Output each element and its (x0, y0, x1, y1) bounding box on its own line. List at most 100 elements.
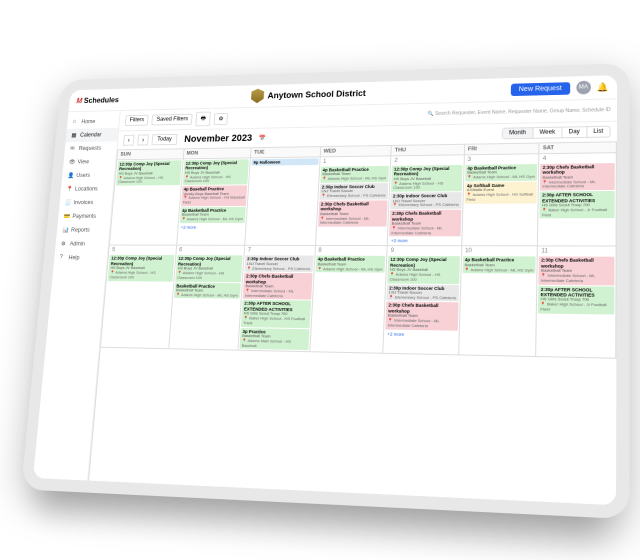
settings-button[interactable]: ⚙ (214, 112, 229, 124)
sidebar-item-requests[interactable]: ✉Requests (64, 141, 117, 155)
view-tab-week[interactable]: Week (533, 128, 562, 138)
day-cell[interactable]: 12:30p Comp Joy (Special Recreation)HS B… (177, 158, 251, 246)
event[interactable]: 12:30p Comp Joy (Special Recreation)HS B… (175, 255, 243, 281)
event[interactable]: 2:30p Chefs Basketball workshopBasketbal… (318, 200, 388, 226)
event[interactable]: 2:30p AFTER SCHOOL EXTENDED ACTIVITIESHS… (540, 191, 615, 219)
nav-icon: ⌂ (72, 119, 79, 125)
day-cell[interactable]: 9p Halloween (245, 157, 320, 246)
event[interactable]: 2:30p Chefs Basketball workshopBasketbal… (540, 163, 614, 191)
app-logo[interactable]: M Schedules (76, 96, 119, 105)
event-location: 📍 Adams High School - HS Classroom 100 (393, 181, 460, 191)
event[interactable]: 4p Basketball PracticeBasketball Team📍 A… (462, 256, 536, 273)
event-location: 📍 Elementary School - PS Cafeteria (389, 295, 457, 301)
view-tab-month[interactable]: Month (503, 128, 534, 138)
sidebar-item-invoices[interactable]: 🧾Invoices (59, 196, 112, 210)
event[interactable]: 4p Basketball PracticeBasketball Team📍 A… (179, 207, 246, 223)
event-location: 📍 Adams High School - HS Classroom 100 (177, 271, 240, 281)
event[interactable]: 2:30p Indoor Soccer ClubLNJ Travel Socce… (387, 284, 459, 302)
event-location: 📍 Elementary School - PS Cafeteria (246, 266, 310, 271)
sidebar-item-label: Users (76, 173, 90, 179)
event-location: 📍 Adams High School - HS Baseball Field (182, 196, 244, 205)
event[interactable]: 4p Basketball PracticeBasketball Team📍 A… (465, 164, 538, 181)
event[interactable]: 2:30p AFTER SCHOOL EXTENDED ACTIVITIESHS… (241, 300, 311, 328)
day-cell[interactable]: 912:30p Comp Joy (Special Recreation)HS … (383, 246, 462, 355)
event[interactable]: 2:30p Indoor Soccer ClubLNJ Travel Socce… (319, 183, 388, 200)
day-cell[interactable]: 34p Basketball PracticeBasketball Team📍 … (462, 154, 540, 246)
event[interactable]: 9p Halloween (251, 158, 318, 166)
print-button[interactable]: 🖶 (196, 112, 211, 127)
more-link[interactable]: +2 more (389, 238, 460, 245)
prev-button[interactable]: ‹ (123, 135, 135, 146)
event[interactable]: 2:30p Chefs Basketball workshopBasketbal… (389, 210, 461, 237)
day-cell[interactable]: 212:30p Comp Joy (Special Recreation)HS … (388, 155, 465, 246)
event[interactable]: 2:30p Indoor Soccer ClubLNJ Travel Socce… (245, 256, 314, 273)
today-button[interactable]: Today (151, 134, 177, 145)
event[interactable]: 12:30p Comp Joy (Special Recreation)HS B… (116, 160, 181, 186)
avatar[interactable]: MA (576, 81, 591, 95)
calendar-icon[interactable]: 📅 (258, 135, 265, 142)
event[interactable]: 2:30p AFTER SCHOOL EXTENDED ACTIVITIESHS… (538, 285, 614, 314)
day-cell[interactable]: 42:30p Chefs Basketball workshopBasketba… (538, 153, 617, 247)
nav-icon: 📊 (62, 227, 69, 233)
body: ⌂Home▦Calendar✉Requests👁View👤Users📍Locat… (33, 99, 617, 505)
event-location: 📍 Adams High School - HS Classroom 100 (109, 271, 171, 281)
sidebar-item-reports[interactable]: 📊Reports (56, 223, 110, 237)
event[interactable]: 4p Softball GameA Middle Event📍 Adams Hi… (464, 182, 537, 204)
day-cell[interactable]: 612:30p Comp Joy (Special Recreation)HS … (169, 246, 246, 351)
saved-filters-button[interactable]: Saved Filters (152, 114, 193, 126)
sidebar-item-help[interactable]: ?Help (54, 251, 108, 265)
sidebar-item-admin[interactable]: ⚙Admin (55, 237, 109, 251)
event[interactable]: 2:30p Chefs Basketball workshopBasketbal… (243, 273, 313, 300)
event-location: 📍 Baker High School - Jr Football Field (540, 302, 612, 313)
view-tab-list[interactable]: List (587, 127, 609, 137)
day-cell[interactable]: 84p Basketball PracticeBasketball Team📍 … (310, 246, 388, 354)
sidebar-item-calendar[interactable]: ▦Calendar (66, 128, 119, 142)
day-cell[interactable]: 12:30p Comp Joy (Special Recreation)HS B… (110, 159, 184, 246)
event[interactable]: 12:30p Comp Joy (Special Recreation)HS B… (182, 159, 249, 185)
event[interactable]: 2:30p Chefs Basketball workshopBasketbal… (539, 257, 615, 285)
sidebar-item-users[interactable]: 👤Users (62, 168, 115, 182)
bell-icon[interactable]: 🔔 (597, 82, 609, 93)
event-location: 📍 Adams High School - ML HS Gym (181, 217, 243, 222)
calendar-grid: SUNMONTUEWEDTHUFRISAT12:30p Comp Joy (Sp… (88, 141, 617, 505)
day-cell[interactable]: 72:30p Indoor Soccer ClubLNJ Travel Socc… (238, 246, 315, 353)
view-tab-day[interactable]: Day (562, 127, 587, 137)
event[interactable]: 4p Basketball PracticeBasketball Team📍 A… (320, 166, 389, 183)
filters-button[interactable]: Filters (125, 115, 149, 126)
day-number: 2 (392, 156, 462, 165)
sidebar-item-locations[interactable]: 📍Locations (60, 182, 113, 196)
event[interactable]: 12:30p Comp Joy (Special Recreation)HS B… (387, 256, 459, 283)
event-location: 📍 Adams Main School - HS Baseball (241, 339, 306, 350)
day-cell[interactable]: 512:30p Comp Joy (Special Recreation)HS … (101, 246, 177, 350)
new-request-button[interactable]: New Request (511, 82, 571, 96)
district-name: Anytown School District (267, 89, 366, 101)
sidebar-item-home[interactable]: ⌂Home (67, 115, 120, 129)
event[interactable]: 12:30p Comp Joy (Special Recreation)HS B… (391, 165, 462, 192)
sidebar-item-label: Home (81, 119, 95, 125)
search-input[interactable]: 🔍 Search Requester, Event Name, Requeste… (232, 107, 611, 121)
more-link[interactable]: +2 more (179, 224, 245, 231)
event-location: 📍 Intermediate School - ML Intermediate … (391, 226, 458, 235)
day-cell[interactable]: 104p Basketball PracticeBasketball Team📍… (459, 247, 538, 358)
event-location: 📍 Adams High School - HS Softball Field (466, 193, 535, 203)
sidebar-item-payments[interactable]: 💳Payments (58, 209, 111, 223)
event-location: 📍 Intermediate School - ML Intermediate … (245, 289, 310, 299)
event[interactable]: 12:30p Comp Joy (Special Recreation)HS B… (108, 255, 174, 281)
nav-icon: ⚙ (61, 241, 68, 247)
event-title: 9p Halloween (253, 159, 316, 165)
day-cell[interactable]: 14p Basketball PracticeBasketball Team📍 … (316, 156, 392, 246)
event[interactable]: 2:30p Chefs Basketball workshopBasketbal… (386, 302, 459, 330)
event[interactable]: 4p Baseball PracticeVarsity Boys Basebal… (181, 185, 248, 206)
next-button[interactable]: › (137, 134, 149, 145)
day-number: 3 (465, 155, 537, 164)
sidebar-item-label: Admin (70, 241, 86, 247)
sidebar-item-view[interactable]: 👁View (63, 155, 116, 169)
event[interactable]: Basketball PracticeBasketball Team📍 Adam… (174, 282, 241, 299)
event-location: 📍 Elementary School - PS Cafeteria (321, 194, 386, 199)
day-cell[interactable]: 112:30p Chefs Basketball workshopBasketb… (537, 247, 617, 360)
more-link[interactable]: +2 more (385, 330, 457, 338)
event[interactable]: 4p Basketball PracticeBasketball Team📍 A… (315, 256, 385, 273)
event[interactable]: 2:30p Indoor Soccer ClubLNJ Travel Socce… (390, 192, 461, 209)
event-location: 📍 Intermediate School - ML Intermediate … (320, 216, 386, 225)
event[interactable]: 3p PracticeBasketball Team📍 Adams Main S… (240, 328, 310, 351)
